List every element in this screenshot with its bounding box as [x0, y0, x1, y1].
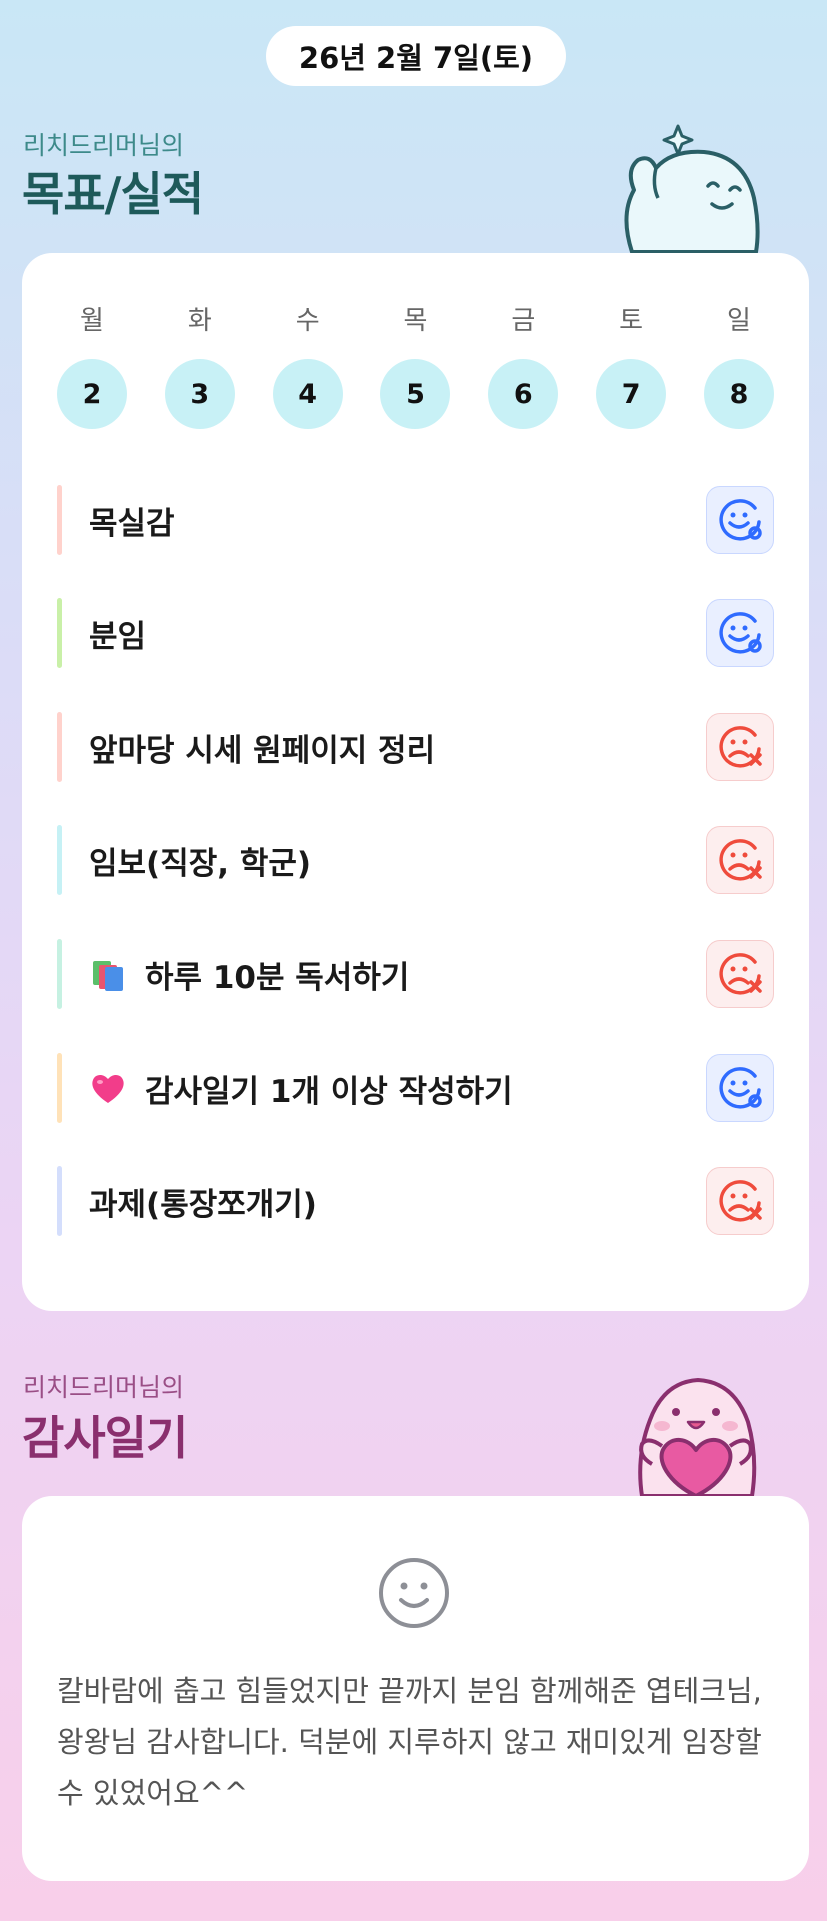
goal-label: 분임	[89, 618, 147, 655]
goal-row[interactable]: 분임	[57, 598, 774, 668]
day-label: 금	[511, 306, 536, 336]
status-done-button[interactable]	[706, 1054, 774, 1122]
sad-fail-icon	[719, 1180, 762, 1222]
books-icon	[93, 961, 123, 991]
day-sun[interactable]: 일8	[703, 303, 774, 429]
goal-color-bar	[57, 825, 62, 895]
mascot-cheering-icon	[624, 124, 760, 254]
status-done-button[interactable]	[706, 486, 774, 554]
goal-text: 앞마당 시세 원페이지 정리	[89, 725, 706, 770]
goal-label: 목실감	[89, 505, 175, 542]
smile-done-icon	[719, 1067, 762, 1109]
day-number[interactable]: 6	[488, 359, 559, 429]
sad-fail-icon	[719, 953, 762, 995]
status-fail-button[interactable]	[706, 826, 774, 894]
goals-title: 목표/실적	[22, 167, 204, 221]
goal-text: 하루 10분 독서하기	[89, 952, 706, 997]
day-number[interactable]: 4	[272, 359, 343, 429]
goal-label: 감사일기 1개 이상 작성하기	[145, 1073, 513, 1110]
day-label: 일	[727, 306, 751, 336]
day-number[interactable]: 7	[596, 359, 667, 429]
heart-icon	[92, 1074, 124, 1103]
goal-color-bar	[57, 598, 62, 668]
goal-row[interactable]: 목실감	[57, 485, 774, 555]
day-number[interactable]: 3	[164, 359, 235, 429]
goal-text: 목실감	[89, 498, 706, 543]
goal-label: 과제(통장쪼개기)	[89, 1186, 317, 1223]
week-strip: 월2 화3 수4 목5 금6 토7 일8	[57, 303, 774, 429]
goal-label: 하루 10분 독서하기	[145, 959, 410, 996]
day-label: 목	[403, 306, 428, 336]
day-sat[interactable]: 토7	[596, 303, 667, 429]
goals-card: 월2 화3 수4 목5 금6 토7 일8 목실감 분임 앞마당 시세 원페이지 …	[22, 253, 809, 1311]
goal-text: 감사일기 1개 이상 작성하기	[89, 1066, 706, 1111]
goal-row[interactable]: 감사일기 1개 이상 작성하기	[57, 1053, 774, 1123]
sad-fail-icon	[719, 726, 762, 768]
goal-row[interactable]: 임보(직장, 학군)	[57, 825, 774, 895]
goal-text: 임보(직장, 학군)	[89, 838, 706, 883]
goal-color-bar	[57, 712, 62, 782]
status-fail-button[interactable]	[706, 940, 774, 1008]
mascot-heart-icon	[638, 1378, 757, 1498]
goal-color-bar	[57, 1053, 62, 1123]
day-tue[interactable]: 화3	[164, 303, 235, 429]
day-fri[interactable]: 금6	[488, 303, 559, 429]
day-number[interactable]: 2	[57, 359, 127, 429]
date-pill[interactable]: 26년 2월 7일(토)	[266, 26, 566, 86]
goal-row[interactable]: 앞마당 시세 원페이지 정리	[57, 712, 774, 782]
day-number[interactable]: 5	[380, 359, 451, 429]
day-label: 월	[80, 306, 104, 336]
gratitude-text: 칼바람에 춥고 힘들었지만 끝까지 분임 함께해준 엽테크님,왕왕님 감사합니다…	[57, 1674, 762, 1810]
goal-color-bar	[57, 1166, 62, 1236]
day-label: 화	[187, 306, 212, 336]
status-fail-button[interactable]	[706, 1167, 774, 1235]
smile-icon	[379, 1558, 449, 1628]
goal-color-bar	[57, 939, 62, 1009]
goal-label: 임보(직장, 학군)	[89, 845, 312, 882]
smile-done-icon	[719, 612, 762, 654]
goal-row[interactable]: 하루 10분 독서하기	[57, 939, 774, 1009]
goal-text: 과제(통장쪼개기)	[89, 1179, 706, 1224]
day-label: 수	[295, 306, 320, 336]
day-number[interactable]: 8	[703, 359, 774, 429]
status-done-button[interactable]	[706, 599, 774, 667]
day-label: 토	[619, 306, 644, 336]
goal-row[interactable]: 과제(통장쪼개기)	[57, 1166, 774, 1236]
goal-text: 분임	[89, 611, 706, 656]
day-mon[interactable]: 월2	[57, 303, 127, 429]
status-fail-button[interactable]	[706, 713, 774, 781]
gratitude-title: 감사일기	[22, 1411, 188, 1465]
day-thu[interactable]: 목5	[380, 303, 451, 429]
gratitude-card: 칼바람에 춥고 힘들었지만 끝까지 분임 함께해준 엽테크님,왕왕님 감사합니다…	[22, 1496, 809, 1881]
goal-color-bar	[57, 485, 62, 555]
day-wed[interactable]: 수4	[272, 303, 343, 429]
goal-label: 앞마당 시세 원페이지 정리	[89, 732, 436, 769]
goals-subtitle: 리치드리머님의	[23, 131, 185, 160]
smile-done-icon	[719, 499, 762, 541]
gratitude-subtitle: 리치드리머님의	[23, 1373, 185, 1402]
sad-fail-icon	[719, 839, 762, 881]
